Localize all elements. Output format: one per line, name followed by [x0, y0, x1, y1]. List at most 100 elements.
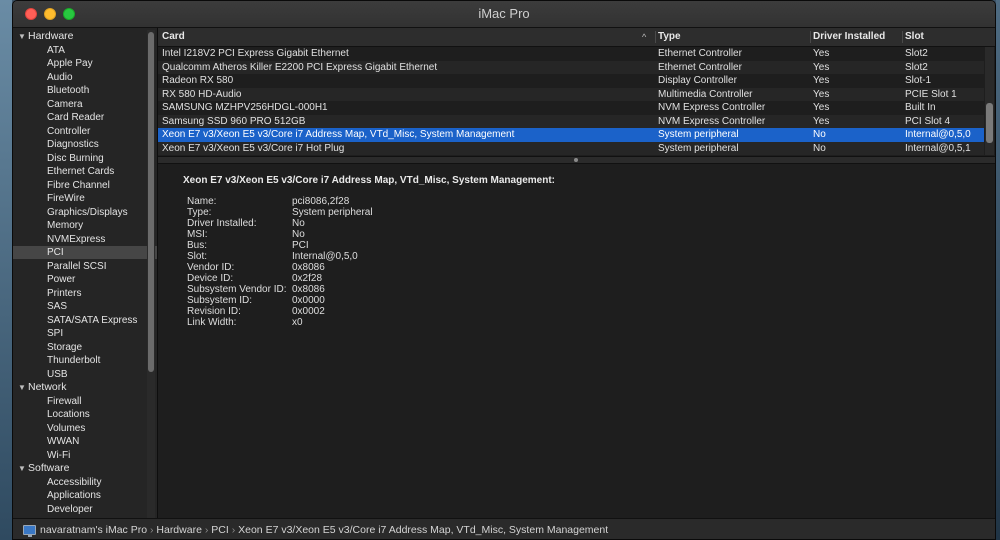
- sort-ascending-icon: ^: [642, 32, 647, 42]
- table-row[interactable]: Xeon E7 v3/Xeon E5 v3/Core i7 Hot Plug Sy…: [158, 141, 984, 155]
- disclosure-triangle-icon[interactable]: ▼: [18, 381, 26, 394]
- sidebar-item[interactable]: Printers: [13, 287, 157, 300]
- sidebar-item[interactable]: ATA: [13, 44, 157, 57]
- sidebar-section[interactable]: ▼ Hardware: [13, 30, 157, 43]
- sidebar-item-label: Ethernet Cards: [47, 166, 115, 177]
- column-header-driver-installed[interactable]: Driver Installed: [813, 28, 885, 46]
- sidebar-item-label: ATA: [47, 44, 65, 56]
- sidebar-item[interactable]: SPI: [13, 327, 157, 340]
- table-scrollbar[interactable]: [985, 47, 994, 155]
- table-row[interactable]: Samsung SSD 960 PRO 512GB NVM Express Con…: [158, 114, 984, 128]
- table-row[interactable]: RX 580 HD-Audio Multimedia Controller Yes P…: [158, 87, 984, 101]
- sidebar-item-label: Applications: [47, 490, 101, 501]
- sidebar-item[interactable]: Developer: [13, 503, 157, 516]
- cell-slot: Built In: [905, 102, 936, 113]
- sidebar-item[interactable]: Bluetooth: [13, 84, 157, 97]
- computer-icon: [23, 525, 36, 537]
- sidebar-item-label: Parallel SCSI: [47, 260, 107, 272]
- sidebar-item-label: Wi-Fi: [47, 449, 71, 461]
- sidebar-section[interactable]: ▼ Network: [13, 381, 157, 394]
- cell-slot: Slot2: [905, 61, 928, 73]
- column-separator[interactable]: [902, 31, 903, 43]
- breadcrumb-item-computer[interactable]: navaratnam's iMac Pro: [40, 524, 147, 536]
- sidebar-item[interactable]: Camera: [13, 98, 157, 111]
- column-separator[interactable]: [655, 31, 656, 43]
- sidebar-item[interactable]: Apple Pay: [13, 57, 157, 70]
- cell-driver: Yes: [813, 48, 830, 59]
- sidebar-item[interactable]: Firewall: [13, 395, 157, 408]
- sidebar-item-label: Printers: [47, 287, 82, 299]
- table-row[interactable]: Qualcomm Atheros Killer E2200 PCI Expres…: [158, 60, 984, 74]
- breadcrumb-item-hardware[interactable]: Hardware: [156, 524, 202, 536]
- sidebar-item[interactable]: Locations: [13, 408, 157, 421]
- detail-field-value: pci8086,2f28: [292, 196, 350, 207]
- cell-slot: PCIE Slot 1: [905, 88, 957, 100]
- sidebar-item-label: Card Reader: [47, 112, 105, 123]
- sidebar-item[interactable]: Thunderbolt: [13, 354, 157, 367]
- sidebar-item-label: Firewall: [47, 395, 82, 407]
- sidebar-item[interactable]: Diagnostics: [13, 138, 157, 151]
- detail-field-label: Name:: [187, 196, 217, 207]
- cell-type: Multimedia Controller: [658, 88, 753, 100]
- cell-slot: PCI Slot 4: [905, 115, 951, 127]
- sidebar-item[interactable]: SATA/SATA Express: [13, 314, 157, 327]
- table-header: Card ^ Type Driver Installed Slot: [158, 28, 995, 47]
- table-row[interactable]: SAMSUNG MZHPV256HDGL-000H1 NVM Express Co…: [158, 101, 984, 115]
- sidebar-item-label: Controller: [47, 125, 91, 137]
- sidebar-item[interactable]: FireWire: [13, 192, 157, 205]
- column-header-card[interactable]: Card: [162, 28, 185, 46]
- cell-slot: Slot2: [905, 48, 928, 59]
- sidebar-item[interactable]: Wi-Fi: [13, 449, 157, 462]
- detail-field-value: 0x8086: [292, 284, 325, 295]
- sidebar-item[interactable]: Card Reader: [13, 111, 157, 124]
- cell-driver: No: [813, 129, 826, 140]
- sidebar-scrollbar-thumb[interactable]: [148, 32, 154, 372]
- table-row[interactable]: Intel I218V2 PCI Express Gigabit Etherne…: [158, 47, 984, 61]
- sidebar-item-label: Software: [28, 462, 70, 474]
- sidebar-item[interactable]: Memory: [13, 219, 157, 232]
- breadcrumb-item-device[interactable]: Xeon E7 v3/Xeon E5 v3/Core i7 Address Ma…: [238, 524, 608, 536]
- table-scrollbar-thumb[interactable]: [986, 103, 993, 143]
- split-handle-icon[interactable]: [574, 158, 578, 162]
- sidebar-item[interactable]: Disc Burning: [13, 152, 157, 165]
- sidebar-item[interactable]: Fibre Channel: [13, 179, 157, 192]
- sidebar-item[interactable]: PCI: [13, 246, 157, 259]
- sidebar-scrollbar[interactable]: [147, 30, 155, 518]
- detail-field-value: 0x8086: [292, 262, 325, 273]
- sidebar-item[interactable]: Parallel SCSI: [13, 260, 157, 273]
- sidebar-item[interactable]: Applications: [13, 489, 157, 502]
- sidebar-item[interactable]: NVMExpress: [13, 233, 157, 246]
- sidebar-item[interactable]: Controller: [13, 125, 157, 138]
- breadcrumb-item-pci[interactable]: PCI: [211, 524, 229, 536]
- column-header-slot[interactable]: Slot: [905, 28, 924, 46]
- disclosure-triangle-icon[interactable]: ▼: [18, 30, 26, 43]
- sidebar-item[interactable]: Volumes: [13, 422, 157, 435]
- detail-field-label: Type:: [187, 207, 212, 218]
- sidebar-item[interactable]: Storage: [13, 341, 157, 354]
- sidebar-section[interactable]: ▼ Software: [13, 462, 157, 475]
- breadcrumb: navaratnam's iMac Pro › Hardware › PCI ›…: [40, 524, 608, 536]
- sidebar-item[interactable]: WWAN: [13, 435, 157, 448]
- sidebar-item-label: PCI: [47, 247, 64, 258]
- cell-driver: Yes: [813, 88, 830, 100]
- sidebar-item-label: FireWire: [47, 193, 85, 204]
- sidebar-item[interactable]: Graphics/Displays: [13, 206, 157, 219]
- sidebar-item[interactable]: Ethernet Cards: [13, 165, 157, 178]
- cell-card: Intel I218V2 PCI Express Gigabit Etherne…: [162, 48, 349, 59]
- sidebar-item-label: Network: [28, 381, 67, 393]
- table-row[interactable]: Xeon E7 v3/Xeon E5 v3/Core i7 Address Ma…: [158, 128, 984, 142]
- sidebar-item[interactable]: Accessibility: [13, 476, 157, 489]
- column-header-type[interactable]: Type: [658, 28, 681, 46]
- table-row[interactable]: Radeon RX 580 Display Controller Yes Slot-1: [158, 74, 984, 88]
- sidebar-item[interactable]: Audio: [13, 71, 157, 84]
- sidebar-item[interactable]: Power: [13, 273, 157, 286]
- sidebar-item-label: Memory: [47, 220, 84, 231]
- split-view-divider[interactable]: [158, 156, 995, 164]
- sidebar-item-label: NVMExpress: [47, 233, 106, 245]
- disclosure-triangle-icon[interactable]: ▼: [18, 462, 26, 475]
- cell-type: Ethernet Controller: [658, 61, 742, 73]
- column-separator[interactable]: [810, 31, 811, 43]
- sidebar-item[interactable]: USB: [13, 368, 157, 381]
- sidebar-item-label: USB: [47, 368, 68, 380]
- sidebar-item[interactable]: SAS: [13, 300, 157, 313]
